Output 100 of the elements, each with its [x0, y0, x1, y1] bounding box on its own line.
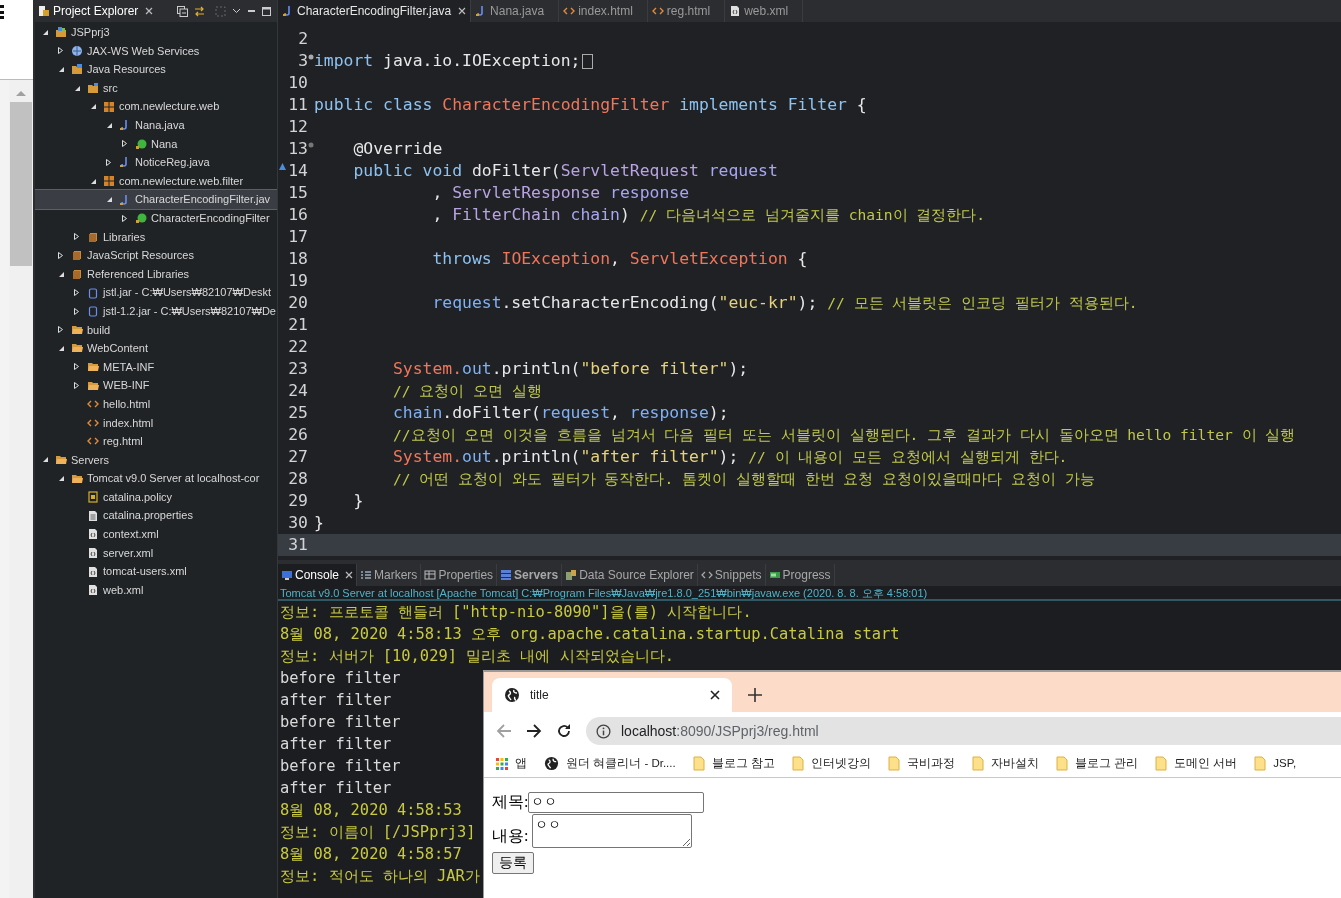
tree-item[interactable]: Nana.java: [35, 115, 277, 135]
tree-item[interactable]: CharacterEncodingFilter.jav: [35, 190, 277, 209]
bookmark[interactable]: JSP,: [1254, 754, 1297, 773]
tree-item[interactable]: tomcat-users.xml: [35, 562, 277, 581]
maximize-icon[interactable]: [262, 6, 271, 16]
close-icon[interactable]: [345, 571, 354, 579]
expanded-arrow-icon[interactable]: [58, 66, 65, 73]
view-tab[interactable]: Markers: [357, 564, 422, 586]
tree-item[interactable]: jstl-1.2.jar - C:₩Users₩82107₩De: [35, 301, 277, 321]
tree-item[interactable]: web.xml: [35, 580, 277, 600]
tree-item[interactable]: context.xml: [35, 525, 277, 544]
collapsed-arrow-icon[interactable]: [58, 251, 63, 259]
folder-icon: [71, 63, 83, 76]
expanded-arrow-icon[interactable]: [90, 177, 97, 185]
close-icon[interactable]: [145, 7, 154, 15]
bookmark[interactable]: 블로그 관리: [1055, 754, 1139, 773]
collapsed-arrow-icon[interactable]: [122, 214, 127, 222]
tree-item[interactable]: Nana: [35, 134, 277, 154]
expanded-arrow-icon[interactable]: [42, 28, 49, 36]
bookmark[interactable]: 블로그 참고: [692, 754, 775, 773]
collapsed-arrow-icon[interactable]: [58, 47, 63, 55]
folder-icon: [87, 82, 99, 95]
tree-item[interactable]: Libraries: [35, 227, 277, 247]
library-icon: [71, 249, 83, 262]
expanded-arrow-icon[interactable]: [74, 84, 81, 92]
folded-code-marker[interactable]: [582, 53, 594, 69]
tree-item[interactable]: reg.html: [35, 432, 277, 451]
expanded-arrow-icon[interactable]: [106, 196, 113, 204]
fold-collapsed-icon[interactable]: [308, 53, 314, 60]
chevron-down-icon[interactable]: [232, 8, 241, 14]
bookmark[interactable]: 도메인 서버: [1155, 754, 1238, 773]
tree-item[interactable]: META-INF: [35, 357, 277, 377]
expanded-arrow-icon[interactable]: [58, 270, 65, 278]
tree-item[interactable]: CharacterEncodingFilter: [35, 208, 277, 228]
bookmark[interactable]: 앱: [496, 754, 527, 773]
view-tab[interactable]: Snippets: [697, 564, 766, 586]
expanded-arrow-icon[interactable]: [58, 475, 65, 483]
tree-item[interactable]: index.html: [35, 413, 277, 433]
reload-icon[interactable]: [556, 723, 572, 739]
tree-item[interactable]: JSPprj3: [35, 23, 277, 42]
tree-item[interactable]: Servers: [35, 450, 277, 470]
line-number: 12: [288, 115, 308, 138]
close-icon[interactable]: [458, 7, 467, 15]
tree-item[interactable]: NoticeReg.java: [35, 153, 277, 172]
expanded-arrow-icon[interactable]: [106, 121, 113, 129]
console-line: 8월 08, 2020 4:58:13 오후 org.apache.catalina.startup.Catalina start: [280, 624, 900, 645]
collapsed-arrow-icon[interactable]: [74, 289, 79, 297]
view-tab[interactable]: Progress: [765, 564, 835, 586]
collapsed-arrow-icon[interactable]: [106, 158, 111, 166]
tree-item[interactable]: jstl.jar - C:₩Users₩82107₩Deskt: [35, 283, 277, 302]
tree-item[interactable]: Java Resources: [35, 60, 277, 79]
browser-tab[interactable]: title: [492, 678, 732, 712]
view-tab[interactable]: Properties: [421, 564, 498, 586]
view-tab[interactable]: Console: [278, 564, 358, 586]
editor-tab[interactable]: CharacterEncodingFilter.java: [278, 0, 472, 22]
tree-item[interactable]: com.newlecture.web: [35, 97, 277, 116]
bookmark[interactable]: 인터넷강의: [791, 754, 871, 773]
tree-item[interactable]: com.newlecture.web.filter: [35, 171, 277, 191]
folder-icon: [55, 453, 67, 466]
tree-item[interactable]: JAX-WS Web Services: [35, 41, 277, 61]
tree-item[interactable]: Referenced Libraries: [35, 264, 277, 284]
new-tab-icon[interactable]: [748, 688, 762, 702]
tree-item[interactable]: JavaScript Resources: [35, 246, 277, 265]
collapsed-arrow-icon[interactable]: [74, 382, 79, 390]
view-tab[interactable]: Data Source Explorer: [562, 564, 698, 586]
view-tab[interactable]: Servers: [497, 564, 563, 586]
forward-icon[interactable]: [526, 723, 542, 739]
folder-icon: [692, 756, 705, 771]
kebab-menu-icon[interactable]: [0, 4, 5, 20]
collapse-all-icon[interactable]: [177, 5, 188, 17]
info-icon[interactable]: [596, 723, 611, 739]
collapsed-arrow-icon[interactable]: [74, 307, 79, 315]
tree-item[interactable]: catalina.properties: [35, 506, 277, 526]
link-icon[interactable]: [194, 5, 205, 17]
title-field[interactable]: ㅇㅇ: [528, 791, 705, 813]
expanded-arrow-icon[interactable]: [90, 103, 97, 111]
collapsed-arrow-icon[interactable]: [122, 140, 127, 148]
close-icon[interactable]: [710, 690, 720, 700]
bookmark[interactable]: 국비과정: [887, 754, 955, 773]
collapsed-arrow-icon[interactable]: [74, 363, 79, 371]
content-field[interactable]: ㅇㅇ: [532, 814, 693, 848]
expanded-arrow-icon[interactable]: [42, 456, 49, 464]
console-line: 정보: 적어도 하나의 JAR가: [280, 866, 480, 887]
tree-item[interactable]: src: [35, 78, 277, 98]
tree-item[interactable]: build: [35, 320, 277, 340]
collapsed-arrow-icon[interactable]: [74, 233, 79, 241]
tree-item[interactable]: Tomcat v9.0 Server at localhost-cor: [35, 469, 277, 488]
submit-button[interactable]: 등록: [492, 852, 534, 874]
tree-item[interactable]: catalina.policy: [35, 487, 277, 507]
tree-item[interactable]: server.xml: [35, 543, 277, 563]
expanded-arrow-icon[interactable]: [58, 344, 65, 352]
tree-item[interactable]: hello.html: [35, 394, 277, 414]
fold-expanded-icon[interactable]: [308, 141, 314, 148]
tree-item[interactable]: WEB-INF: [35, 376, 277, 395]
bookmark[interactable]: 자바설치: [971, 754, 1039, 773]
bookmark[interactable]: 원더 혀클리너 - Dr....: [544, 754, 676, 773]
address-bar[interactable]: localhost:8090/JSPprj3/reg.html: [586, 717, 1341, 745]
tree-item[interactable]: WebContent: [35, 339, 277, 358]
collapsed-arrow-icon[interactable]: [58, 326, 63, 334]
scrollbar-thumb[interactable]: [10, 102, 32, 266]
